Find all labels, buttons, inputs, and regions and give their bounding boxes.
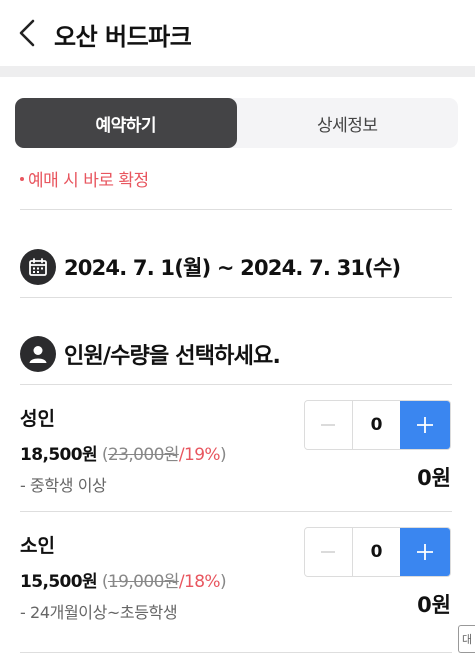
plus-icon [417, 417, 434, 433]
minus-icon [321, 424, 336, 426]
ticket-name: 성인 [20, 408, 55, 430]
date-range-row: 2024. 7. 1(월) ~ 2024. 7. 31(수) [20, 248, 401, 286]
sale-price: 15,500원 [20, 572, 98, 592]
divider [20, 209, 452, 210]
increase-button[interactable] [400, 401, 450, 449]
subtotal: 0원 [417, 593, 451, 617]
header-separator [0, 66, 475, 77]
quantity-stepper: 0 [304, 400, 451, 450]
divider [20, 511, 452, 512]
bullet-dot [20, 177, 24, 181]
discount-rate: 18% [183, 572, 221, 592]
price-line: 15,500원 (19,000원/18%) [20, 567, 227, 592]
divider [20, 297, 452, 298]
chevron-left-icon [19, 19, 35, 47]
divider [20, 652, 452, 653]
person-icon [20, 336, 56, 372]
tab-reservation[interactable]: 예약하기 [15, 98, 237, 148]
divider [20, 384, 452, 385]
tab-bar: 예약하기 상세정보 [15, 98, 458, 148]
plus-icon [417, 544, 434, 560]
price-line: 18,500원 (23,000원/19%) [20, 440, 227, 465]
ticket-description: - 24개월이상~초등학생 [20, 603, 178, 622]
subtotal: 0원 [417, 466, 451, 490]
decrease-button[interactable] [305, 401, 353, 449]
quantity-stepper: 0 [304, 527, 451, 577]
discount-rate: 19% [183, 445, 221, 465]
original-price: 19,000원 [107, 572, 180, 592]
original-price: 23,000원 [107, 445, 180, 465]
page-title: 오산 버드파크 [54, 23, 192, 51]
notice-text: 예매 시 바로 확정 [28, 171, 149, 191]
tab-details[interactable]: 상세정보 [237, 98, 459, 148]
decrease-button[interactable] [305, 528, 353, 576]
quantity-heading-row: 인원/수량을 선택하세요. [20, 335, 281, 373]
date-range-text: 2024. 7. 1(월) ~ 2024. 7. 31(수) [64, 256, 401, 280]
side-floating-tab[interactable]: 대 [458, 625, 475, 653]
quantity-heading: 인원/수량을 선택하세요. [64, 344, 281, 369]
minus-icon [321, 551, 336, 553]
ticket-name: 소인 [20, 535, 55, 557]
quantity-value[interactable]: 0 [352, 401, 401, 449]
quantity-value[interactable]: 0 [352, 528, 401, 576]
calendar-icon [20, 249, 56, 285]
back-button[interactable] [14, 18, 44, 48]
paren-close: ) [219, 572, 227, 592]
ticket-description: - 중학생 이상 [20, 476, 107, 495]
header: 오산 버드파크 [0, 0, 475, 66]
paren-close: ) [219, 445, 227, 465]
confirmation-notice: 예매 시 바로 확정 [20, 166, 149, 191]
increase-button[interactable] [400, 528, 450, 576]
sale-price: 18,500원 [20, 445, 98, 465]
